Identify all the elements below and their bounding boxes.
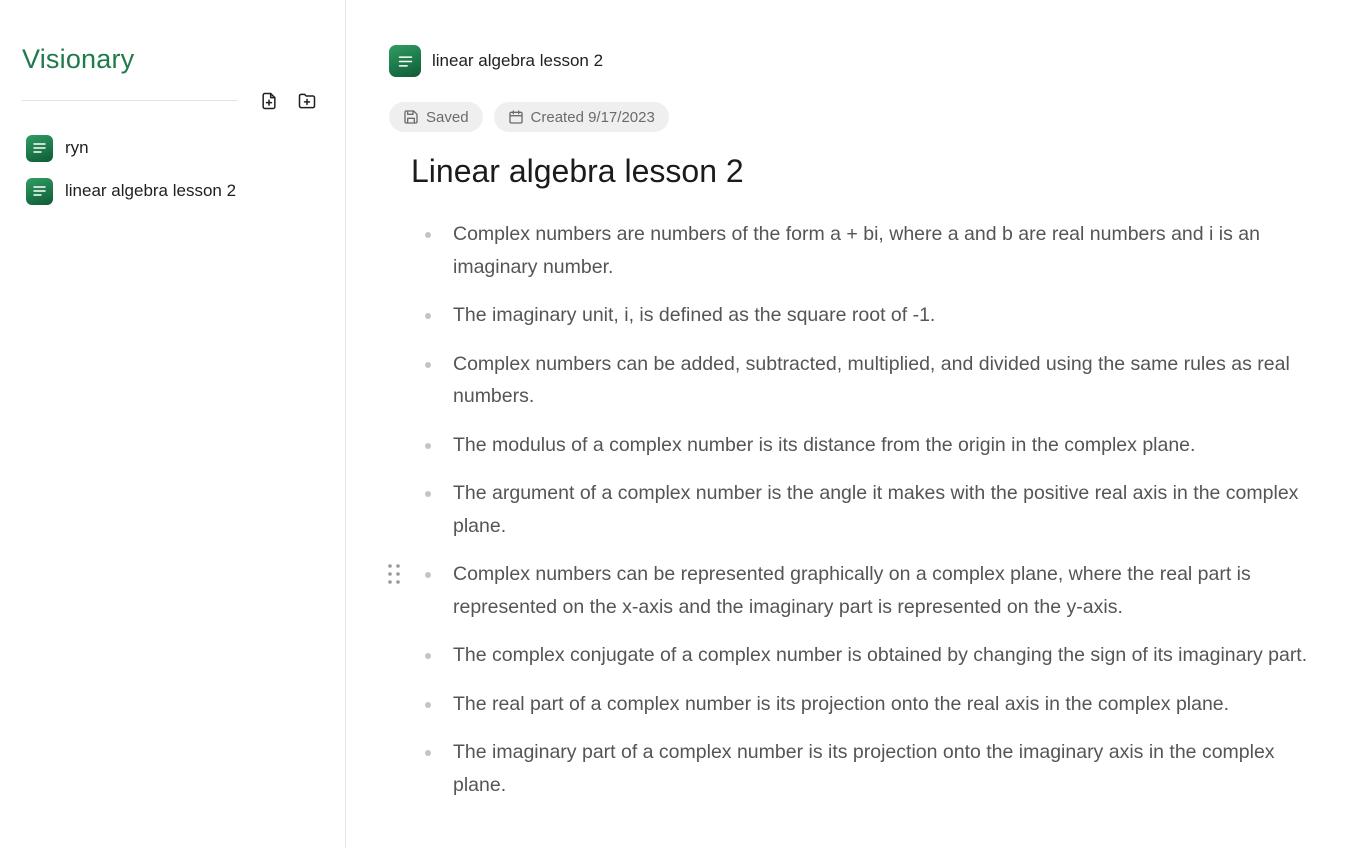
- list-item-text: The imaginary unit, i, is defined as the…: [453, 304, 936, 326]
- list-item-text: The argument of a complex number is the …: [453, 482, 1299, 537]
- list-item[interactable]: Complex numbers are numbers of the form …: [418, 218, 1318, 283]
- new-folder-icon: [298, 93, 316, 109]
- document-icon: [26, 134, 53, 162]
- sidebar-divider: [22, 100, 238, 101]
- list-item[interactable]: The complex conjugate of a complex numbe…: [418, 639, 1318, 672]
- list-item[interactable]: Complex numbers can be represented graph…: [388, 558, 1318, 623]
- new-file-icon: [262, 92, 276, 110]
- document-icon: [26, 177, 53, 205]
- bullet-dot: [425, 750, 431, 756]
- created-label: Created 9/17/2023: [530, 108, 655, 126]
- list-item-text: The real part of a complex number is its…: [453, 692, 1230, 715]
- bullet-dot: [425, 232, 431, 238]
- sidebar-item-label: linear algebra lesson 2: [65, 181, 237, 200]
- document-header-title: linear algebra lesson 2: [432, 51, 604, 70]
- bullet-dot: [425, 442, 431, 449]
- document-header: linear algebra lesson 2: [389, 45, 603, 77]
- bullet-dot: [425, 491, 431, 497]
- sidebar-item-linear-algebra-lesson-2[interactable]: linear algebra lesson 2: [26, 177, 236, 205]
- bullet-dot: [425, 361, 431, 368]
- bullet-dot: [425, 572, 431, 578]
- new-file-button[interactable]: [258, 90, 280, 112]
- save-icon: [404, 110, 418, 124]
- bullet-list: Complex numbers are numbers of the form …: [388, 218, 1318, 817]
- sidebar-item-label: ryn: [65, 138, 89, 157]
- list-item-text: The modulus of a complex number is its d…: [453, 433, 1196, 456]
- list-item[interactable]: The imaginary unit, i, is defined as the…: [418, 299, 1318, 332]
- app-window: Visionary ryn linear algebra lesson 2 li…: [0, 0, 1358, 848]
- list-item[interactable]: The real part of a complex number is its…: [418, 688, 1318, 721]
- new-folder-button[interactable]: [296, 90, 318, 112]
- document-list: ryn linear algebra lesson 2: [26, 134, 236, 220]
- list-item[interactable]: The imaginary part of a complex number i…: [418, 736, 1318, 801]
- document-meta: Saved Created 9/17/2023: [389, 102, 669, 132]
- saved-label: Saved: [426, 108, 469, 126]
- sidebar-actions: [258, 90, 318, 112]
- list-item-text: Complex numbers are numbers of the form …: [453, 223, 1260, 278]
- page-title[interactable]: Linear algebra lesson 2: [411, 153, 744, 190]
- list-item[interactable]: Complex numbers can be added, subtracted…: [418, 348, 1318, 413]
- editor-pane: linear algebra lesson 2 Saved Created 9/…: [346, 0, 1358, 848]
- saved-badge: Saved: [389, 102, 483, 132]
- bullet-dot: [425, 653, 431, 659]
- list-item-text: Complex numbers can be added, subtracted…: [453, 352, 1290, 408]
- list-item[interactable]: The argument of a complex number is the …: [418, 477, 1318, 542]
- drag-handle-icon[interactable]: [387, 563, 401, 585]
- list-item-text: The complex conjugate of a complex numbe…: [453, 644, 1308, 666]
- bullet-dot: [425, 313, 431, 319]
- brand-logo[interactable]: Visionary: [22, 44, 134, 75]
- sidebar: Visionary ryn linear algebra lesson 2: [0, 0, 346, 848]
- calendar-icon: [508, 110, 523, 124]
- created-date-badge: Created 9/17/2023: [493, 102, 669, 132]
- document-icon: [389, 45, 421, 77]
- list-item-text: Complex numbers can be represented graph…: [453, 563, 1251, 618]
- list-item-text: The imaginary part of a complex number i…: [453, 741, 1275, 796]
- sidebar-item-ryn[interactable]: ryn: [26, 134, 236, 162]
- list-item[interactable]: The modulus of a complex number is its d…: [418, 429, 1318, 462]
- bullet-dot: [425, 701, 431, 708]
